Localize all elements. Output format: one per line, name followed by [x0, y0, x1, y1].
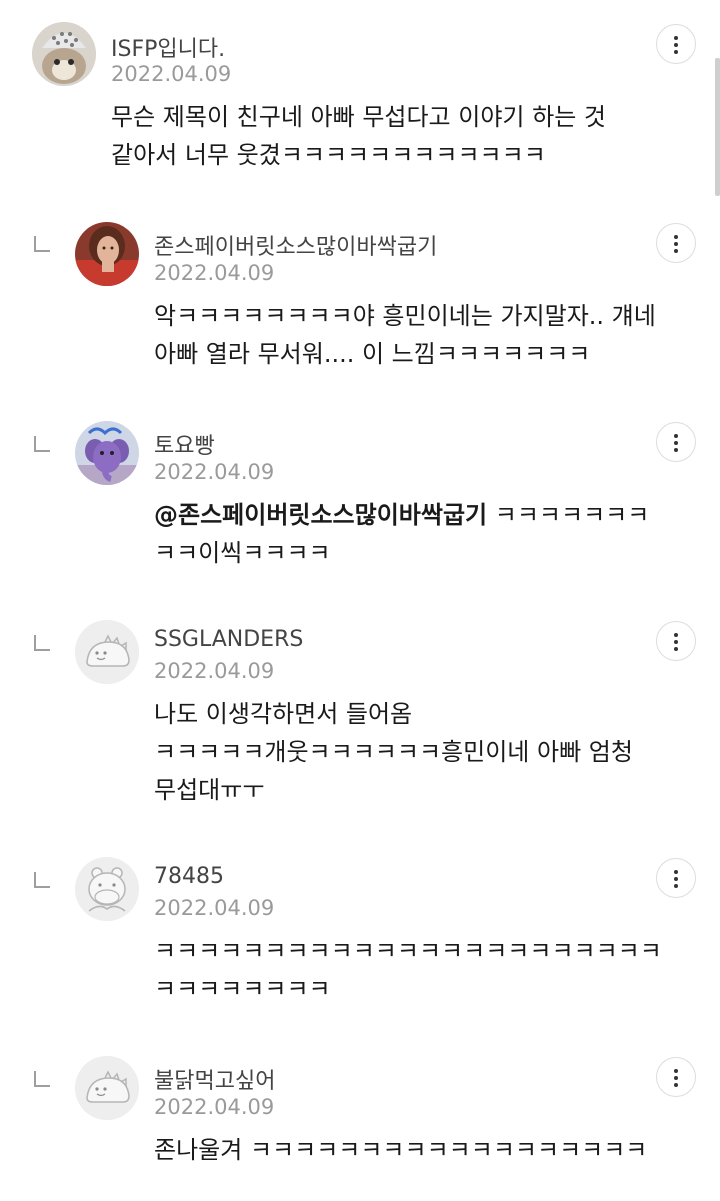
hippo-default-avatar: [75, 857, 139, 921]
comment-text-line: 무슨 제목이 친구네 아빠 무섭다고 이야기 하는 것: [111, 103, 607, 131]
comment-author[interactable]: 토요빵: [154, 428, 215, 460]
comment-text-line: ㅋㅋㅋㅋㅋㅋㅋㅋ: [154, 975, 331, 1003]
purple-elephant-avatar: [75, 421, 139, 485]
comment-date: 2022.04.09: [154, 1095, 275, 1119]
comment-text-line: @존스페이버릿소스많이바싹굽기 ㅋㅋㅋㅋㅋㅋㅋ: [154, 496, 649, 534]
reply-arrow-icon: [34, 236, 50, 252]
comment-date: 2022.04.09: [154, 659, 275, 683]
more-options-button[interactable]: [656, 621, 696, 661]
user-mention[interactable]: @존스페이버릿소스많이바싹굽기: [154, 501, 487, 529]
cat-with-colander-avatar: [32, 22, 96, 86]
comment-date: 2022.04.09: [154, 261, 275, 285]
comment-text: 악ㅋㅋㅋㅋㅋㅋㅋㅋ야 흥민이네는 가지말자.. 걔네 아빠 열라 무서워....…: [154, 297, 656, 373]
avatar[interactable]: [75, 222, 139, 286]
comment-text-line: 같아서 너무 웃겼ㅋㅋㅋㅋㅋㅋㅋㅋㅋㅋㅋㅋ: [111, 141, 546, 169]
comment-text-line: ㅋㅋㅋㅋㅋㅋㅋㅋㅋㅋㅋㅋㅋㅋㅋㅋㅋㅋㅋㅋㅋㅋㅋ: [154, 937, 662, 965]
dinosaur-default-avatar: [75, 620, 139, 684]
comment-text-line: ㅋㅋㅋㅋㅋ개웃ㅋㅋㅋㅋㅋㅋ흥민이네 아빠 엄청: [154, 738, 633, 766]
more-options-button[interactable]: [656, 24, 696, 64]
comment-text-line: 나도 이생각하면서 들어옴: [154, 700, 413, 728]
comment-text: 존나울겨 ㅋㅋㅋㅋㅋㅋㅋㅋㅋㅋㅋㅋㅋㅋㅋㅋㅋㅋ: [154, 1131, 647, 1169]
avatar[interactable]: [32, 22, 96, 86]
comment-date: 2022.04.09: [111, 62, 232, 86]
comment-text-line: 존나울겨 ㅋㅋㅋㅋㅋㅋㅋㅋㅋㅋㅋㅋㅋㅋㅋㅋㅋㅋ: [154, 1136, 648, 1164]
comment-author[interactable]: ISFP입니다.: [111, 31, 225, 63]
comment-text: 무슨 제목이 친구네 아빠 무섭다고 이야기 하는 것 같아서 너무 웃겼ㅋㅋㅋ…: [111, 98, 606, 174]
more-options-button[interactable]: [656, 1057, 696, 1097]
comment-author[interactable]: 존스페이버릿소스많이바싹굽기: [154, 229, 437, 261]
comment-text-line: 악ㅋㅋㅋㅋㅋㅋㅋㅋ야 흥민이네는 가지말자.. 걔네: [154, 302, 656, 330]
comment-text: 나도 이생각하면서 들어옴 ㅋㅋㅋㅋㅋ개웃ㅋㅋㅋㅋㅋㅋ흥민이네 아빠 엄청 무섭…: [154, 695, 633, 809]
reply-arrow-icon: [34, 635, 50, 651]
more-options-button[interactable]: [656, 422, 696, 462]
scrollbar-thumb[interactable]: [715, 58, 720, 196]
comment-date: 2022.04.09: [154, 896, 275, 920]
more-options-button[interactable]: [656, 858, 696, 898]
reply-arrow-icon: [34, 872, 50, 888]
comment-date: 2022.04.09: [154, 460, 275, 484]
comment-text-line: 아빠 열라 무서워.... 이 느낌ㅋㅋㅋㅋㅋㅋㅋ: [154, 340, 591, 368]
comment-author[interactable]: 78485: [154, 864, 224, 889]
comment-text: ㅋㅋㅋㅋㅋㅋㅋㅋㅋㅋㅋㅋㅋㅋㅋㅋㅋㅋㅋㅋㅋㅋㅋ ㅋㅋㅋㅋㅋㅋㅋㅋ: [154, 932, 662, 1008]
comment-text-line: 무섭대ㅠㅜ: [154, 776, 265, 804]
dinosaur-default-avatar: [75, 1056, 139, 1120]
avatar[interactable]: [75, 620, 139, 684]
avatar[interactable]: [75, 421, 139, 485]
more-options-button[interactable]: [656, 223, 696, 263]
woman-photo-avatar: [75, 222, 139, 286]
reply-arrow-icon: [34, 436, 50, 452]
comment-text-line: ㅋㅋ이씩ㅋㅋㅋㅋ: [154, 539, 331, 567]
reply-arrow-icon: [34, 1071, 50, 1087]
avatar[interactable]: [75, 1056, 139, 1120]
comment-text: @존스페이버릿소스많이바싹굽기 ㅋㅋㅋㅋㅋㅋㅋ ㅋㅋ이씩ㅋㅋㅋㅋ: [154, 496, 649, 572]
comment-author[interactable]: 불닭먹고싶어: [154, 1063, 275, 1095]
avatar[interactable]: [75, 857, 139, 921]
comment-author[interactable]: SSGLANDERS: [154, 627, 303, 652]
comment-text-segment: ㅋㅋㅋㅋㅋㅋㅋ: [487, 501, 650, 529]
